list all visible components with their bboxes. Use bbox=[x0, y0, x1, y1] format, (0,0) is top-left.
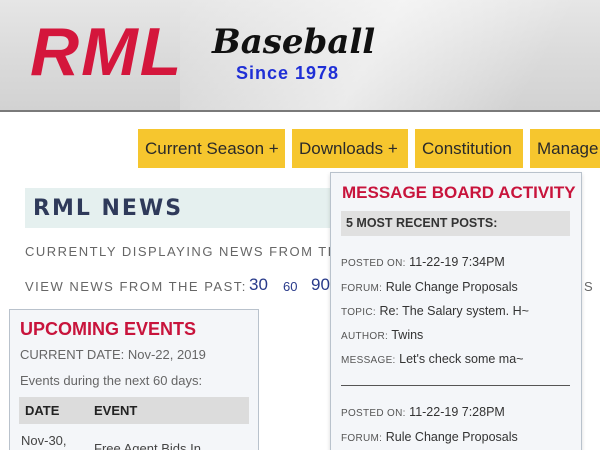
nav-manage[interactable]: Manage bbox=[530, 129, 600, 168]
logo-rml[interactable]: RML bbox=[30, 18, 183, 86]
posted-on-label: POSTED ON: bbox=[341, 408, 406, 419]
past-60-link[interactable]: 60 bbox=[283, 279, 297, 294]
events-range-text: Events during the next 60 days: bbox=[20, 373, 203, 388]
news-title: RML NEWS bbox=[33, 196, 184, 221]
nav-current-season[interactable]: Current Season + bbox=[138, 129, 285, 168]
news-displaying-text: CURRENTLY DISPLAYING NEWS FROM THE bbox=[25, 244, 349, 259]
post-2-posted-on: POSTED ON: 11-22-19 7:28PM bbox=[341, 405, 505, 419]
post-1-message-text: Let's check some ma~ bbox=[399, 352, 524, 366]
events-col-event: EVENT bbox=[94, 403, 138, 418]
events-row-event[interactable]: Free Agent Bids In bbox=[94, 441, 201, 450]
events-row-date: Nov-30, bbox=[21, 433, 67, 448]
post-2-date: 11-22-19 7:28PM bbox=[409, 405, 505, 419]
author-label: AUTHOR: bbox=[341, 331, 389, 342]
message-label: MESSAGE: bbox=[341, 355, 396, 366]
events-col-date: DATE bbox=[25, 403, 60, 418]
post-separator bbox=[341, 385, 570, 386]
message-board-title: MESSAGE BOARD ACTIVITY bbox=[342, 183, 576, 202]
site-header: RML Baseball Since 1978 bbox=[0, 0, 600, 112]
logo-baseball[interactable]: Baseball bbox=[212, 25, 375, 59]
posted-on-label: POSTED ON: bbox=[341, 258, 406, 269]
logo-since: Since 1978 bbox=[236, 63, 340, 83]
post-2-forum-link[interactable]: Rule Change Proposals bbox=[386, 430, 518, 444]
past-90-link[interactable]: 90 bbox=[311, 275, 330, 295]
nav-downloads[interactable]: Downloads + bbox=[292, 129, 408, 168]
message-board-panel: MESSAGE BOARD ACTIVITY 5 MOST RECENT POS… bbox=[330, 172, 582, 450]
post-1-author-name: Twins bbox=[391, 328, 424, 342]
topic-label: TOPIC: bbox=[341, 307, 376, 318]
post-1-author: AUTHOR: Twins bbox=[341, 328, 423, 342]
message-board-subtitle: 5 MOST RECENT POSTS: bbox=[341, 211, 570, 236]
post-1-forum-link[interactable]: Rule Change Proposals bbox=[386, 280, 518, 294]
forum-label: FORUM: bbox=[341, 433, 383, 444]
post-1-date: 11-22-19 7:34PM bbox=[409, 255, 505, 269]
news-past-label: VIEW NEWS FROM THE PAST: bbox=[25, 279, 247, 294]
events-table-header: DATE EVENT bbox=[19, 397, 249, 424]
upcoming-events-panel: UPCOMING EVENTS CURRENT DATE: Nov-22, 20… bbox=[9, 309, 259, 450]
post-1-topic-link[interactable]: Re: The Salary system. H~ bbox=[379, 304, 528, 318]
news-trailing-text: S bbox=[584, 279, 595, 294]
events-current-date: CURRENT DATE: Nov-22, 2019 bbox=[20, 347, 206, 362]
events-title: UPCOMING EVENTS bbox=[20, 319, 197, 339]
post-1-topic: TOPIC: Re: The Salary system. H~ bbox=[341, 304, 529, 318]
post-1-forum: FORUM: Rule Change Proposals bbox=[341, 280, 518, 294]
post-1-posted-on: POSTED ON: 11-22-19 7:34PM bbox=[341, 255, 505, 269]
nav-constitution[interactable]: Constitution bbox=[415, 129, 523, 168]
post-1-message: MESSAGE: Let's check some ma~ bbox=[341, 352, 523, 366]
forum-label: FORUM: bbox=[341, 283, 383, 294]
post-2-forum: FORUM: Rule Change Proposals bbox=[341, 430, 518, 444]
past-30-link[interactable]: 30 bbox=[249, 275, 268, 295]
